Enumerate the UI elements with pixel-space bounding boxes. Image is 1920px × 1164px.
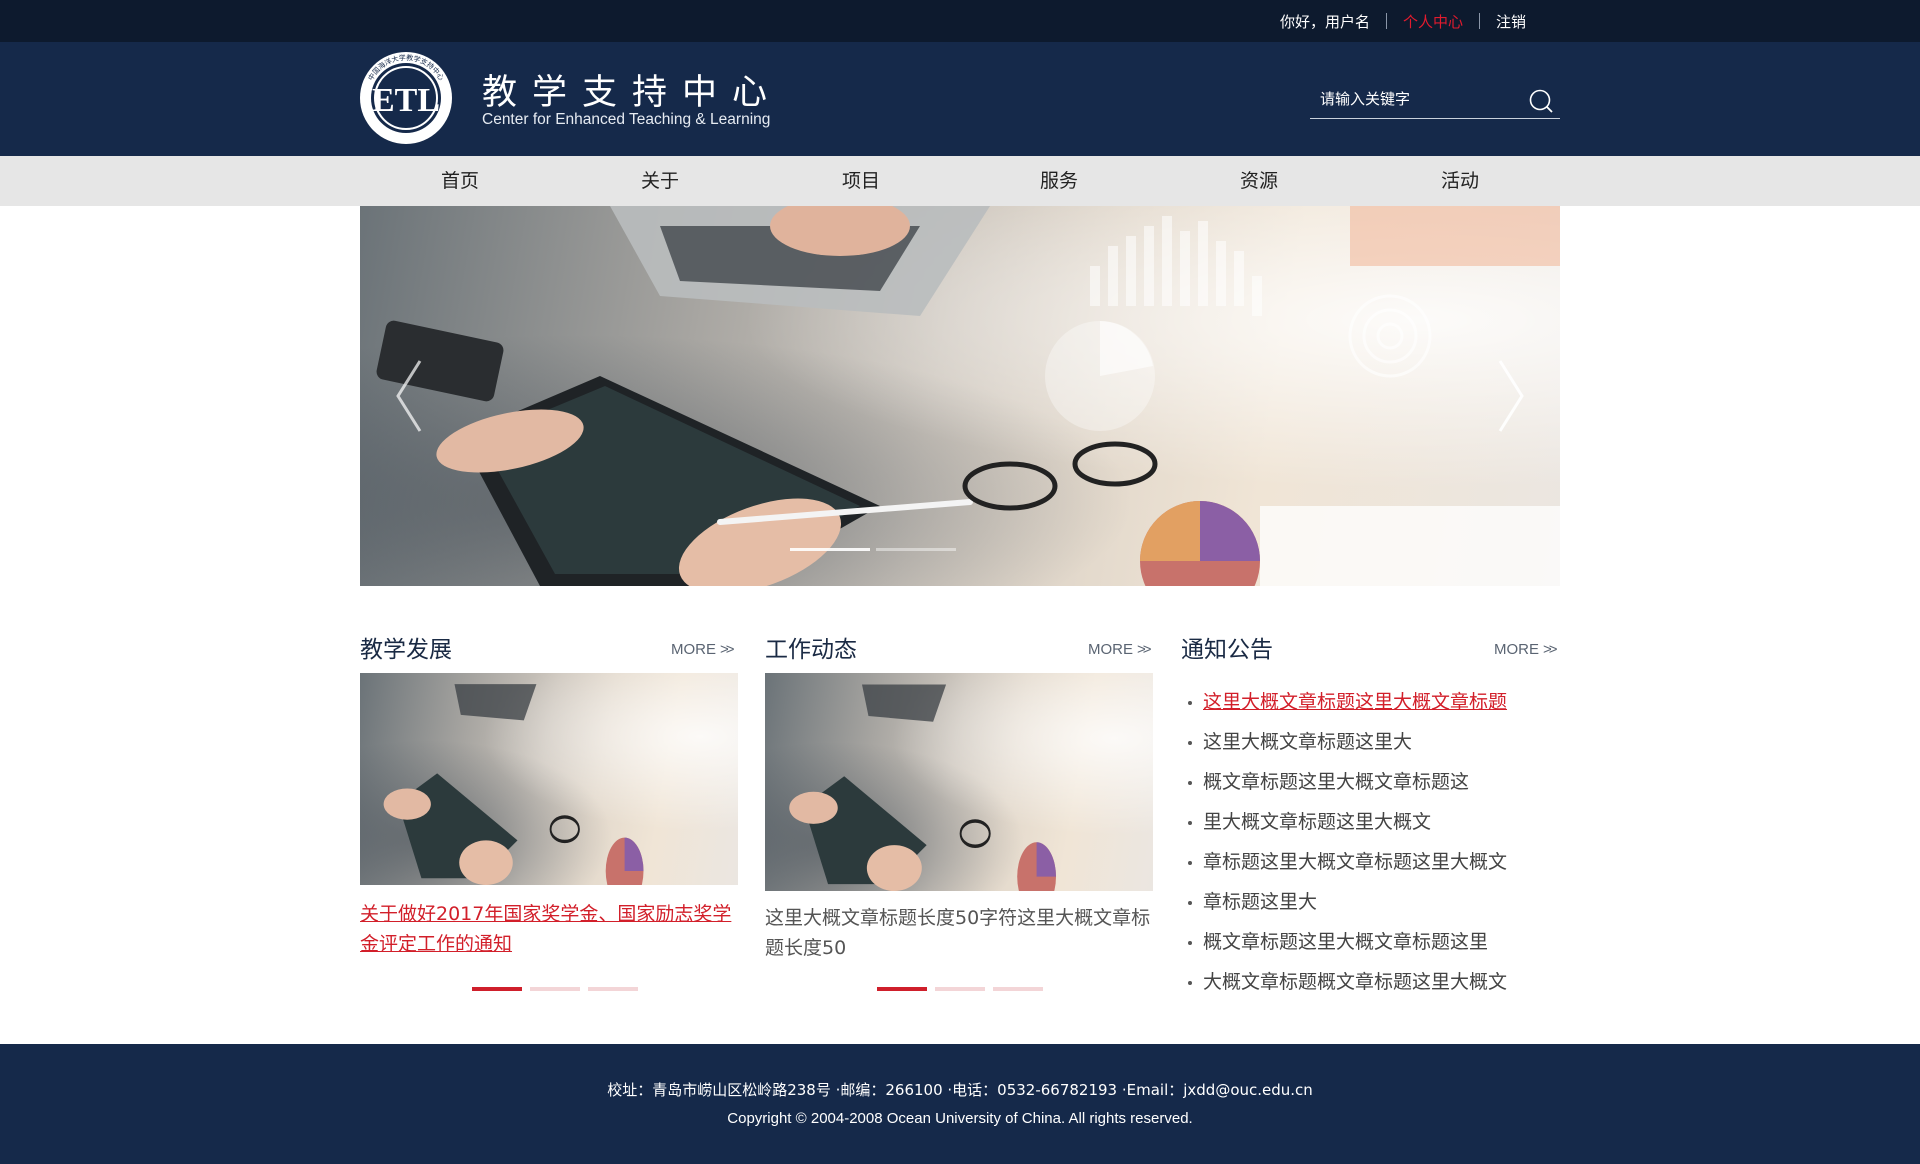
footer-copyright: Copyright © 2004-2008 Ocean University o…: [727, 1110, 1193, 1127]
logo-letters: ETL: [372, 82, 440, 119]
search-input[interactable]: [1320, 86, 1520, 112]
section-pagination: [472, 987, 638, 991]
more-label: MORE: [671, 641, 716, 658]
user-center-link[interactable]: 个人中心: [1403, 11, 1463, 32]
nav-item-about[interactable]: 关于: [641, 156, 679, 206]
search-icon[interactable]: [1528, 88, 1554, 114]
logo-emblem-icon: ETL 中国海洋大学教学支持中心: [360, 52, 452, 144]
banner-dot-2[interactable]: [876, 548, 956, 551]
banner-pagination: [790, 548, 956, 551]
etl-logo[interactable]: ETL 中国海洋大学教学支持中心: [359, 51, 453, 145]
more-link[interactable]: MORE >>: [1088, 641, 1151, 658]
banner-image: [376, 206, 1560, 586]
footer-address: 校址：青岛市崂山区松岭路238号 ·邮编：266100 ·电话：0532-667…: [607, 1081, 1313, 1099]
notice-item[interactable]: 这里大概文章标题这里大: [1181, 722, 1507, 762]
notice-list: 这里大概文章标题这里大概文章标题 这里大概文章标题这里大 概文章标题这里大概文章…: [1181, 682, 1507, 1002]
thumbnail-image: [383, 684, 644, 885]
divider: [1479, 13, 1481, 29]
nav-item-events[interactable]: 活动: [1441, 156, 1479, 206]
notice-item[interactable]: 这里大概文章标题这里大概文章标题: [1181, 682, 1507, 722]
notice-item[interactable]: 章标题这里大: [1181, 882, 1507, 922]
hero-banner[interactable]: [360, 206, 1560, 586]
top-utility-bar: 你好，用户名 个人中心 注销: [0, 0, 1920, 42]
notice-item[interactable]: 概文章标题这里大概文章标题这: [1181, 762, 1507, 802]
teaching-development-section: 教学发展 MORE >> 关于做好2017年国家奖学金、国家励志奖学金评定工作的通…: [360, 630, 738, 991]
section-header: 工作动态 MORE >>: [765, 630, 1153, 666]
notice-item[interactable]: 章标题这里大概文章标题这里大概文: [1181, 842, 1507, 882]
double-chevron-right-icon: >>: [720, 641, 734, 658]
nav-item-services[interactable]: 服务: [1040, 156, 1078, 206]
more-label: MORE: [1494, 641, 1539, 658]
double-chevron-right-icon: >>: [1137, 641, 1151, 658]
chevron-left-icon[interactable]: [390, 356, 430, 436]
more-link[interactable]: MORE >>: [1494, 641, 1557, 658]
nav-item-projects[interactable]: 项目: [842, 156, 880, 206]
article-thumbnail[interactable]: [360, 673, 738, 885]
section-pagination: [877, 987, 1043, 991]
section-title: 通知公告: [1181, 637, 1273, 663]
notice-item[interactable]: 概文章标题这里大概文章标题这里: [1181, 922, 1507, 962]
page-dot-3[interactable]: [588, 987, 638, 991]
banner-dot-1[interactable]: [790, 548, 870, 551]
site-title-en: Center for Enhanced Teaching & Learning: [482, 111, 771, 128]
site-title-cn: 教学支持中心: [482, 73, 783, 113]
double-chevron-right-icon: >>: [1543, 641, 1557, 658]
site-footer: 校址：青岛市崂山区松岭路238号 ·邮编：266100 ·电话：0532-667…: [0, 1044, 1920, 1164]
notice-item[interactable]: 大概文章标题概文章标题这里大概文: [1181, 962, 1507, 1002]
page-dot-1[interactable]: [472, 987, 522, 991]
more-link[interactable]: MORE >>: [671, 641, 734, 658]
article-title-link[interactable]: 关于做好2017年国家奖学金、国家励志奖学金评定工作的通知: [360, 899, 738, 959]
nav-item-home[interactable]: 首页: [441, 156, 479, 206]
work-news-section: 工作动态 MORE >> 这里大概文章标题长度50字符这里大概文章标题长度50: [765, 630, 1153, 991]
page-dot-3[interactable]: [993, 987, 1043, 991]
page-dot-1[interactable]: [877, 987, 927, 991]
section-title: 教学发展: [360, 637, 452, 663]
more-label: MORE: [1088, 641, 1133, 658]
notice-item[interactable]: 里大概文章标题这里大概文: [1181, 802, 1507, 842]
article-title-link[interactable]: 这里大概文章标题长度50字符这里大概文章标题长度50: [765, 903, 1153, 963]
divider: [1386, 13, 1388, 29]
site-header: ETL 中国海洋大学教学支持中心 教学支持中心 Center for Enhan…: [0, 42, 1920, 156]
thumbnail-image: [789, 684, 1056, 891]
nav-item-resources[interactable]: 资源: [1240, 156, 1278, 206]
section-header: 教学发展 MORE >>: [360, 630, 738, 666]
chevron-right-icon[interactable]: [1490, 356, 1530, 436]
page-dot-2[interactable]: [935, 987, 985, 991]
search-box: [1310, 82, 1560, 119]
page-dot-2[interactable]: [530, 987, 580, 991]
article-thumbnail[interactable]: [765, 673, 1153, 891]
user-links: 你好，用户名 个人中心 注销: [1280, 0, 1526, 42]
section-title: 工作动态: [765, 637, 857, 663]
greeting-text: 你好，用户名: [1280, 12, 1371, 31]
section-header: 通知公告 MORE >>: [1181, 630, 1561, 666]
logout-link[interactable]: 注销: [1496, 11, 1526, 32]
notice-section: 通知公告 MORE >> 这里大概文章标题这里大概文章标题 这里大概文章标题这里大…: [1181, 630, 1561, 993]
main-nav: 首页 关于 项目 服务 资源 活动: [0, 156, 1920, 206]
